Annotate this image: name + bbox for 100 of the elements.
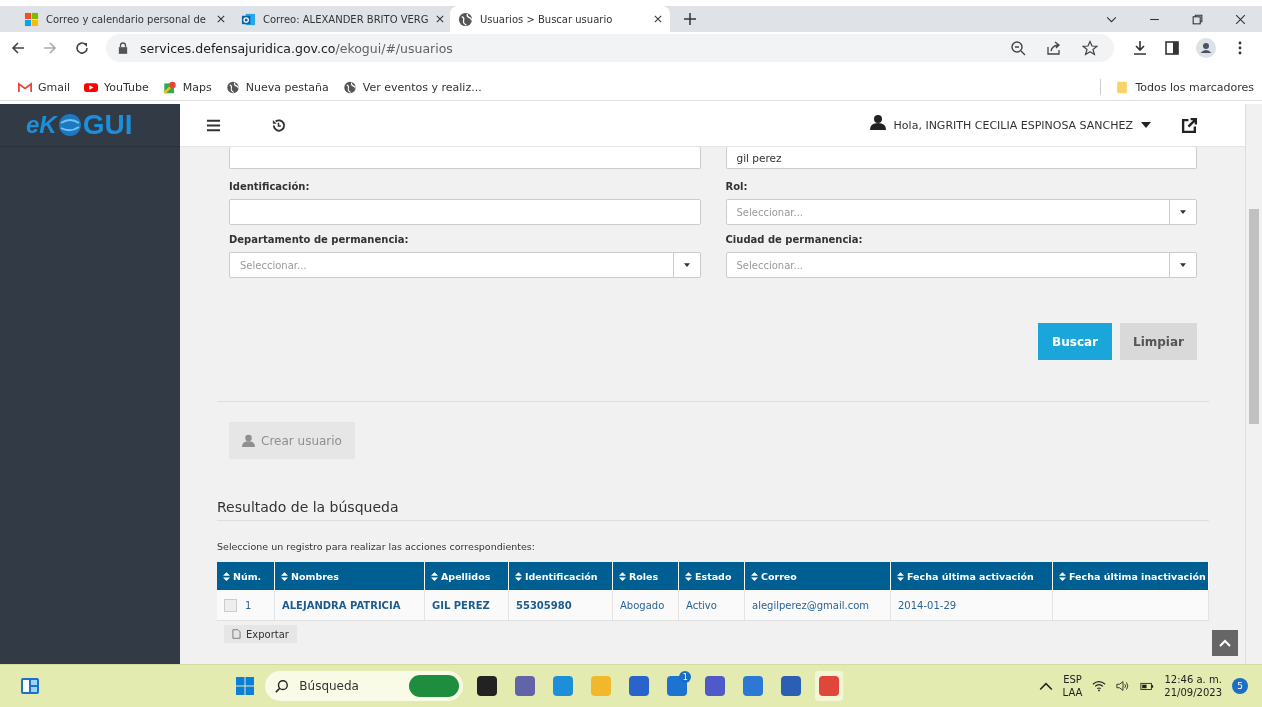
new-tab-icon[interactable]: [684, 13, 696, 25]
user-menu[interactable]: Hola, INGRITH CECILIA ESPINOSA SANCHEZ: [893, 118, 1151, 132]
speaker-icon[interactable]: [1116, 680, 1131, 692]
app-logo: eK GUI: [0, 104, 180, 147]
close-tab-icon[interactable]: [435, 15, 444, 23]
reload-icon[interactable]: [74, 40, 90, 56]
table-cell: GIL PEREZ: [425, 590, 509, 620]
url-text: services.defensajuridica.gov.co/ekogui/#/usuarios: [140, 40, 453, 56]
download-icon[interactable]: [1132, 40, 1148, 56]
folder-icon: [1115, 80, 1130, 94]
table-cell: 1: [245, 599, 252, 611]
app-square-icon: [591, 676, 612, 696]
sort-icon: [223, 571, 230, 581]
app-square-icon: [781, 676, 802, 696]
text-field[interactable]: gil perez: [725, 147, 1197, 169]
star-icon[interactable]: [1082, 40, 1098, 56]
clear-button[interactable]: Limpiar: [1120, 323, 1197, 360]
table-cell: 55305980: [509, 590, 613, 620]
sort-icon: [1059, 571, 1066, 581]
play-icon: [84, 80, 99, 94]
table-cell: Activo: [679, 590, 745, 620]
chevron-up-icon: [1219, 639, 1231, 647]
field-label: Rol:: [725, 181, 749, 192]
scroll-to-top-button[interactable]: [1212, 630, 1238, 656]
field-label: Departamento de permanencia:: [229, 234, 410, 245]
bookmark-link[interactable]: YouTube: [84, 80, 149, 94]
sort-icon: [431, 571, 438, 581]
bookmark-link[interactable]: Maps: [162, 80, 212, 94]
app-square-icon: [553, 676, 574, 696]
table-cell: ALEJANDRA PATRICIA: [275, 590, 425, 620]
table-cell: alegilperez@gmail.com: [745, 590, 891, 620]
notification-badge: 1: [679, 671, 692, 683]
app-square-icon: [705, 676, 726, 696]
field-label: Identificación:: [229, 181, 311, 192]
text-field[interactable]: [229, 147, 701, 169]
restore-icon[interactable]: [1191, 12, 1204, 26]
scrollbar[interactable]: [1245, 104, 1262, 664]
sort-icon: [685, 571, 692, 581]
close-tab-icon[interactable]: [217, 15, 225, 23]
windows-logo-icon: [24, 11, 39, 27]
instruction-text: Seleccione un registro para realizar las acciones correspondientes:: [217, 541, 536, 552]
tab-title: Correo: ALEXANDER BRITO VERG: [263, 13, 429, 25]
user-icon: [242, 434, 255, 447]
notification-count[interactable]: 5: [1232, 678, 1248, 694]
bookmark-link[interactable]: Nueva pestaña: [225, 80, 329, 94]
envelope-m-icon: [18, 80, 32, 94]
battery-icon[interactable]: [1140, 680, 1155, 692]
table-cell: Abogado: [613, 590, 679, 620]
menu-icon[interactable]: [206, 117, 221, 133]
profile-icon[interactable]: [1196, 38, 1216, 58]
browser-tab[interactable]: Correo: ALEXANDER BRITO VERG: [233, 6, 450, 32]
search-icon: [275, 679, 290, 693]
caret-icon: [1180, 210, 1186, 214]
taskbar-app-icon[interactable]: 1: [663, 671, 692, 701]
app-square-icon: [477, 676, 498, 696]
close-icon[interactable]: [1234, 12, 1247, 26]
tab-title: Correo y calendario personal de: [46, 13, 207, 25]
all-bookmarks-link[interactable]: Todos los marcadores: [1115, 80, 1254, 94]
external-link-icon[interactable]: [1181, 116, 1198, 134]
close-tab-icon[interactable]: [654, 15, 662, 23]
sort-icon: [751, 571, 758, 581]
browser-tab[interactable]: Correo y calendario personal de: [16, 6, 233, 32]
text-field[interactable]: [229, 199, 701, 225]
wifi-icon[interactable]: [1092, 680, 1107, 692]
bookmark-link[interactable]: Ver eventos y realiz...: [342, 80, 482, 94]
address-bar[interactable]: services.defensajuridica.gov.co/ekogui/#/usuarios: [106, 34, 1114, 62]
clock[interactable]: 12:46 a. m. 21/09/2023: [1164, 673, 1222, 699]
zoom-out-icon[interactable]: [1010, 40, 1026, 56]
user-icon: [869, 114, 886, 130]
app-square-icon: [629, 676, 650, 696]
sort-icon: [897, 571, 904, 581]
back-arrow-icon[interactable]: [10, 40, 26, 56]
caret-icon: [683, 263, 690, 267]
globe-icon: [225, 80, 240, 94]
tab-title: Usuarios > Buscar usuario: [480, 13, 614, 25]
widgets-icon[interactable]: [20, 676, 40, 696]
app-square-icon: [515, 676, 536, 696]
share-icon[interactable]: [1046, 40, 1062, 56]
section-title: Resultado de la búsqueda: [217, 499, 1209, 521]
field-label: Ciudad de permanencia:: [725, 234, 864, 245]
chevron-up-icon[interactable]: [1038, 680, 1053, 692]
side-panel-icon[interactable]: [1164, 40, 1180, 56]
globe-icon: [57, 113, 82, 137]
export-button[interactable]: Exportar: [224, 625, 297, 643]
app-square-icon: [819, 676, 840, 696]
search-highlight-picture: [409, 675, 460, 697]
taskbar-search-field[interactable]: Búsqueda: [265, 671, 464, 701]
caret-icon: [1180, 263, 1186, 267]
row-checkbox[interactable]: [224, 598, 237, 612]
map-pin-icon: [162, 80, 177, 94]
table-cell: 2014-01-29: [891, 590, 1053, 620]
history-icon[interactable]: [271, 117, 286, 133]
bookmark-link[interactable]: Gmail: [18, 80, 71, 94]
windows-start-icon[interactable]: [235, 676, 256, 696]
sort-icon: [515, 571, 522, 581]
document-icon: [232, 629, 241, 639]
app-square-icon: [743, 676, 764, 696]
caret-icon: [1141, 122, 1151, 128]
browser-tab[interactable]: Usuarios > Buscar usuario: [450, 6, 670, 32]
language-indicator[interactable]: ESP LAA: [1062, 673, 1083, 699]
